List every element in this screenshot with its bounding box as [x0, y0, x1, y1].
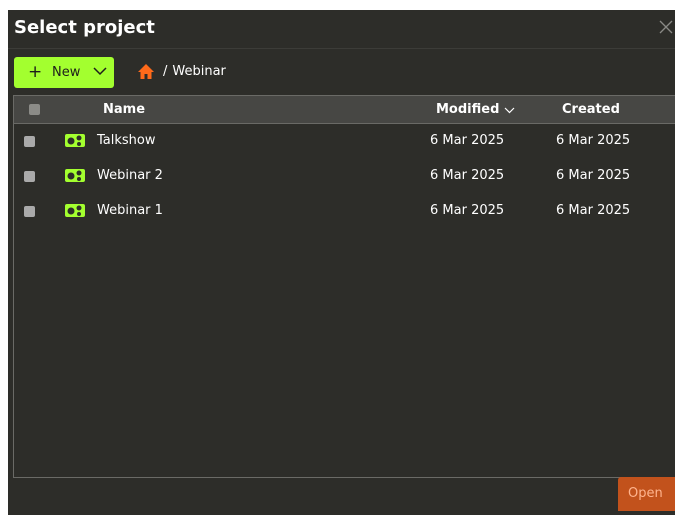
column-header-created[interactable]: Created [562, 102, 620, 118]
row-checkbox[interactable] [24, 206, 35, 217]
breadcrumb-current[interactable]: Webinar [172, 64, 226, 79]
column-header-modified-label: Modified [436, 102, 500, 117]
project-modified: 6 Mar 2025 [430, 133, 505, 148]
select-all-checkbox[interactable] [29, 104, 40, 115]
column-header-modified[interactable]: Modified [436, 102, 515, 118]
table-header: Name Modified Created [14, 96, 675, 124]
dialog-titlebar: Select project [8, 10, 675, 49]
table-row[interactable]: Webinar 1 6 Mar 2025 6 Mar 2025 [14, 194, 675, 229]
breadcrumb: / Webinar [137, 63, 226, 80]
table-row[interactable]: Webinar 2 6 Mar 2025 6 Mar 2025 [14, 159, 675, 194]
project-name: Webinar 1 [97, 203, 163, 218]
plus-icon: + [28, 62, 43, 82]
row-checkbox[interactable] [24, 171, 35, 182]
table-row[interactable]: Talkshow 6 Mar 2025 6 Mar 2025 [14, 124, 675, 159]
project-name: Webinar 2 [97, 168, 163, 183]
project-name: Talkshow [97, 133, 156, 148]
select-project-dialog: Select project + New / Webinar Name Modi… [8, 10, 675, 515]
project-created: 6 Mar 2025 [556, 133, 631, 148]
home-icon[interactable] [137, 63, 155, 80]
open-button[interactable]: Open [618, 477, 675, 511]
chevron-down-icon [93, 67, 107, 76]
sort-descending-icon [504, 107, 515, 113]
close-icon[interactable] [657, 18, 675, 36]
open-button-label: Open [628, 486, 663, 501]
project-icon [65, 169, 85, 182]
breadcrumb-separator: / [163, 64, 168, 79]
project-modified: 6 Mar 2025 [430, 168, 505, 183]
project-list: Name Modified Created Talkshow 6 Mar 202… [13, 95, 675, 478]
dialog-title: Select project [14, 17, 155, 38]
column-header-name[interactable]: Name [103, 102, 145, 118]
toolbar: + New / Webinar [8, 56, 675, 90]
project-icon [65, 204, 85, 217]
project-created: 6 Mar 2025 [556, 203, 631, 218]
new-button-label: New [52, 65, 81, 80]
project-created: 6 Mar 2025 [556, 168, 631, 183]
project-modified: 6 Mar 2025 [430, 203, 505, 218]
row-checkbox[interactable] [24, 136, 35, 147]
new-button[interactable]: + New [14, 57, 114, 88]
project-icon [65, 134, 85, 147]
